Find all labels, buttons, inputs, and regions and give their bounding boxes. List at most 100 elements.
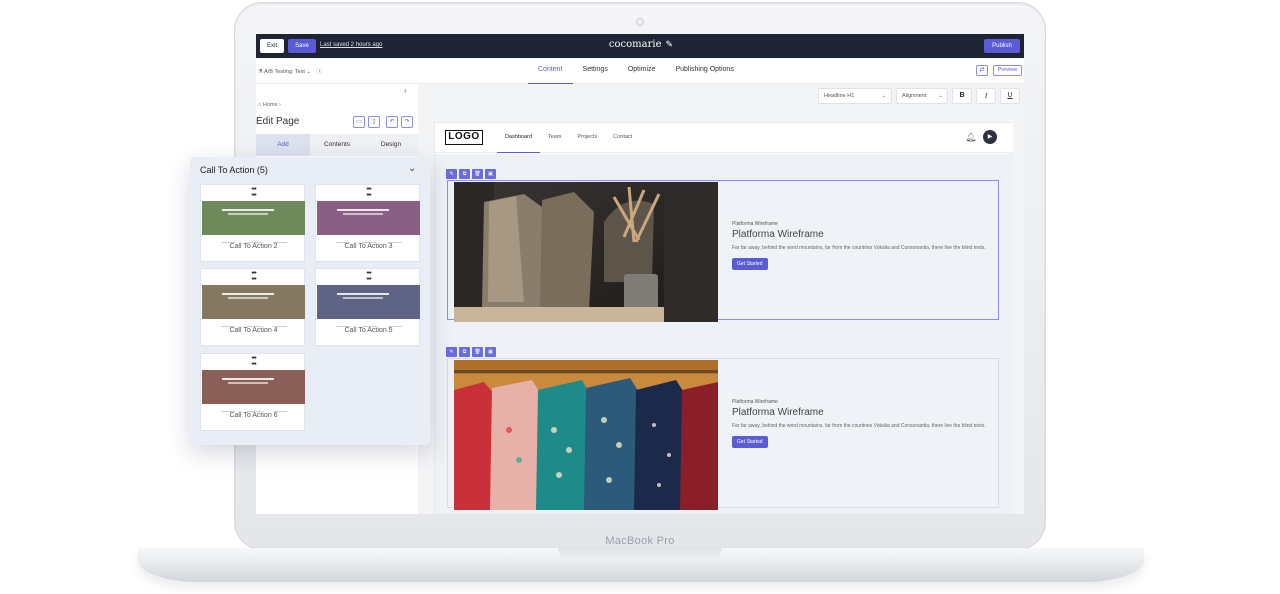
nav-dashboard[interactable]: Dashboard [497, 123, 540, 153]
cta-block-card[interactable]: ••• ••• Call To Action 3 [315, 184, 420, 262]
save-icon[interactable]: ▣ [485, 347, 496, 357]
cta-block-card[interactable]: ••• ••• Call To Action 6 [200, 353, 305, 431]
bold-button[interactable]: B [952, 88, 972, 104]
delete-icon[interactable]: 🗑︎ [472, 169, 483, 179]
cta-block-card[interactable]: ••• ••• Call To Action 4 [200, 268, 305, 346]
underline-button[interactable]: U [1000, 88, 1020, 104]
cta-thumbnail-band [202, 370, 305, 404]
cta-thumbnail-band [202, 201, 305, 235]
sync-icon[interactable]: ⇄ [976, 65, 988, 76]
section-heading[interactable]: Platforma Wireframe [732, 407, 992, 418]
site-preview: LOGO Dashboard Team Projects Contact 🔔︎ … [434, 122, 1013, 514]
get-started-button[interactable]: Get Started [732, 436, 768, 448]
panel-tabs: Add Contents Design [256, 134, 418, 156]
alignment-select[interactable]: Alignment ⌄ [896, 88, 948, 104]
collapse-chevron-icon[interactable]: ‹ [404, 86, 407, 95]
content-section[interactable]: ✎ ⧉ 🗑︎ ▣ Platforma Wireframe Platforma W… [446, 169, 999, 322]
cta-thumbnail [317, 285, 420, 327]
italic-button[interactable]: I [976, 88, 996, 104]
chevron-down-icon[interactable]: ⌄ [408, 163, 416, 174]
device-brand: MacBook Pro [605, 535, 675, 547]
cta-block-label: Call To Action 4 [229, 327, 278, 334]
nav-contact[interactable]: Contact [605, 123, 640, 153]
preview-button[interactable]: Preview [993, 65, 1022, 76]
colorful-shirts-photo [454, 360, 718, 510]
camera [636, 18, 644, 26]
nav-projects[interactable]: Projects [569, 123, 605, 153]
exit-button[interactable]: Exit [260, 39, 284, 53]
format-toolbar: Headline H1 ⌄ Alignment ⌄ B I U [418, 84, 1024, 108]
cta-block-card[interactable]: ••• ••• Call To Action 2 [200, 184, 305, 262]
tab-settings[interactable]: Settings [573, 58, 618, 84]
thumb-line [222, 378, 274, 380]
section-kicker[interactable]: Platforma Wireframe [732, 221, 992, 227]
drag-handle-icon[interactable]: ••• ••• [201, 186, 306, 199]
section-paragraph[interactable]: Far far away, behind the word mountains,… [732, 244, 992, 252]
desktop-icon[interactable]: ▭ [353, 116, 365, 128]
cta-thumbnail [317, 201, 420, 243]
section-heading[interactable]: Platforma Wireframe [732, 229, 992, 240]
thumb-line [343, 213, 383, 215]
breadcrumb-home: Home [262, 102, 278, 108]
drag-handle-icon[interactable]: ••• ••• [201, 270, 306, 283]
cta-thumbnail-band [202, 285, 305, 319]
thumb-line [343, 297, 383, 299]
nav-team[interactable]: Team [540, 123, 569, 153]
drag-handle-icon[interactable]: ••• ••• [316, 186, 421, 199]
editor-topbar: Exit Save Last saved 2 hours ago cocomar… [256, 34, 1024, 58]
tab-content[interactable]: Content [528, 58, 573, 84]
chevron-down-icon: ⌄ [938, 93, 943, 99]
delete-icon[interactable]: 🗑︎ [472, 347, 483, 357]
avatar[interactable]: ▶ [983, 130, 997, 144]
redo-icon[interactable]: ↷ [401, 116, 413, 128]
edit-icon[interactable]: ✎ [446, 347, 457, 357]
undo-icon[interactable]: ↶ [386, 116, 398, 128]
cta-block-label: Call To Action 2 [229, 243, 278, 250]
site-name-text: cocomarie [608, 39, 662, 50]
mobile-icon[interactable]: ▯ [368, 116, 380, 128]
site-body: ✎ ⧉ 🗑︎ ▣ Platforma Wireframe Platforma W… [435, 154, 1013, 514]
section-toolbar: ✎ ⧉ 🗑︎ ▣ [446, 169, 496, 179]
pencil-icon[interactable]: ✎ [666, 40, 674, 50]
cta-thumbnail-band [317, 201, 420, 235]
cta-thumbnail [202, 370, 305, 412]
edit-icon[interactable]: ✎ [446, 169, 457, 179]
copy-icon[interactable]: ⧉ [459, 169, 470, 179]
tab-publishing-options[interactable]: Publishing Options [665, 58, 743, 84]
section-paragraph[interactable]: Far far away, behind the word mountains,… [732, 422, 992, 430]
bell-icon[interactable]: 🔔︎ [965, 132, 976, 143]
heading-select[interactable]: Headline H1 ⌄ [818, 88, 892, 104]
tab-optimize[interactable]: Optimize [618, 58, 666, 84]
publish-button[interactable]: Publish [984, 39, 1020, 53]
site-logo[interactable]: LOGO [445, 130, 483, 145]
info-icon[interactable]: ⓘ [317, 69, 323, 75]
section-image [454, 360, 718, 510]
copy-icon[interactable]: ⧉ [459, 347, 470, 357]
last-saved-link[interactable]: Last saved 2 hours ago [320, 42, 382, 48]
thumb-line [222, 293, 274, 295]
tab-add[interactable]: Add [256, 134, 310, 156]
page-title: Edit Page [256, 116, 300, 127]
thumb-line [337, 209, 389, 211]
drag-handle-icon[interactable]: ••• ••• [201, 355, 306, 368]
save-icon[interactable]: ▣ [485, 169, 496, 179]
flask-icon: ⚗ [258, 69, 263, 75]
section-kicker[interactable]: Platforma Wireframe [732, 399, 992, 405]
content-section[interactable]: ✎ ⧉ 🗑︎ ▣ Platforma Wireframe Platforma W… [446, 347, 999, 510]
chevron-down-icon: ⌄ [306, 69, 312, 75]
drag-handle-icon[interactable]: ••• ••• [316, 270, 421, 283]
ab-testing-dropdown[interactable]: ⚗ A/B Testing: Test ⌄ ⓘ [258, 67, 322, 75]
heading-select-value: Headline H1 [824, 93, 855, 99]
get-started-button[interactable]: Get Started [732, 258, 768, 270]
cta-block-card[interactable]: ••• ••• Call To Action 5 [315, 268, 420, 346]
save-button[interactable]: Save [288, 39, 316, 53]
site-navbar: LOGO Dashboard Team Projects Contact 🔔︎ … [435, 123, 1013, 153]
section-text: Platforma Wireframe Platforma Wireframe … [732, 399, 992, 448]
home-icon: ⌂ [258, 102, 262, 108]
thumb-line [337, 293, 389, 295]
thumb-line [222, 209, 274, 211]
tab-contents[interactable]: Contents [310, 134, 364, 156]
breadcrumb[interactable]: ⌂ Home › [258, 102, 281, 108]
site-name[interactable]: cocomarie ✎ [556, 39, 726, 50]
tab-design[interactable]: Design [364, 134, 418, 156]
